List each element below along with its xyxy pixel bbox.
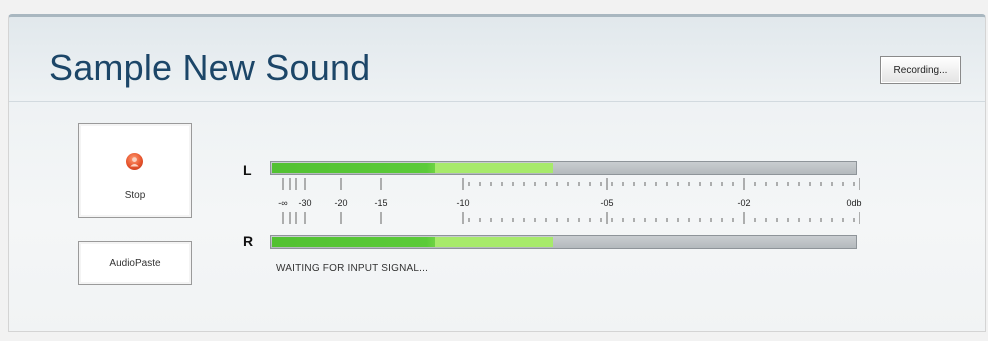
db-scale xyxy=(282,178,860,224)
right-channel-label: R xyxy=(243,233,254,249)
right-level-peak xyxy=(435,237,553,247)
tick-label-30: -30 xyxy=(298,198,312,208)
stop-label: Stop xyxy=(124,190,146,201)
left-channel-label: L xyxy=(243,162,252,178)
tick-label-05: -05 xyxy=(600,198,614,208)
record-stop-icon xyxy=(126,153,143,170)
page-title: Sample New Sound xyxy=(49,47,371,88)
tick-label-neg-inf: -∞ xyxy=(278,198,288,208)
tick-label-20: -20 xyxy=(334,198,348,208)
tick-label-02: -02 xyxy=(737,198,751,208)
tick-label-10: -10 xyxy=(456,198,470,208)
right-level-meter xyxy=(270,235,857,249)
tick-label-0db: 0db xyxy=(846,198,862,208)
input-status: WAITING FOR INPUT SIGNAL... xyxy=(276,263,429,274)
panel-header: Sample New Sound Recording... xyxy=(9,17,985,102)
tick-label-15: -15 xyxy=(374,198,388,208)
audiopaste-button[interactable]: AudioPaste xyxy=(78,241,192,285)
right-level-fill xyxy=(272,237,553,247)
stop-button[interactable]: Stop xyxy=(78,123,192,218)
recording-button[interactable]: Recording... xyxy=(880,56,961,84)
